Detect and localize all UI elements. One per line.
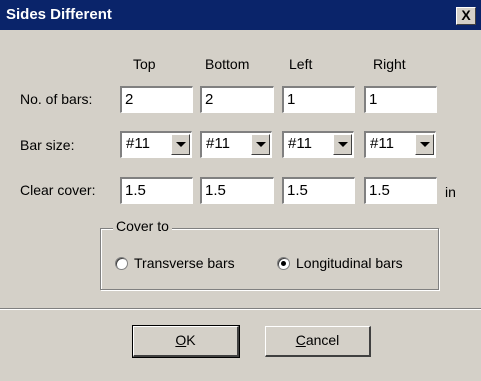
cover-left-input[interactable]: 1.5 [282, 177, 355, 204]
bar-size-left-value: #11 [288, 135, 312, 152]
bar-size-bottom-select[interactable]: #11 [200, 131, 272, 158]
close-button[interactable]: X [456, 7, 476, 25]
chevron-down-icon[interactable] [333, 134, 352, 155]
dialog-window: Sides Different X Top Bottom Left Right … [0, 0, 481, 381]
cancel-button[interactable]: Cancel [265, 326, 371, 357]
cancel-mnemonic: C [295, 332, 306, 348]
longitudinal-radio[interactable] [277, 257, 290, 270]
window-title: Sides Different [6, 6, 112, 23]
cover-right-input[interactable]: 1.5 [364, 177, 437, 204]
bars-left-input[interactable]: 1 [282, 86, 355, 113]
longitudinal-label[interactable]: Longitudinal bars [296, 255, 403, 271]
bar-size-label: Bar size: [20, 137, 75, 153]
transverse-label[interactable]: Transverse bars [134, 255, 235, 271]
bar-size-right-value: #11 [370, 135, 394, 152]
cover-top-input[interactable]: 1.5 [120, 177, 193, 204]
column-header-left: Left [289, 56, 313, 72]
cancel-label-rest: ancel [305, 332, 340, 348]
close-icon: X [461, 7, 471, 23]
clear-cover-label: Clear cover: [20, 182, 96, 198]
chevron-down-icon[interactable] [251, 134, 270, 155]
bar-size-left-select[interactable]: #11 [282, 131, 354, 158]
chevron-down-icon[interactable] [171, 134, 190, 155]
ok-label-rest: K [186, 332, 196, 348]
bars-top-input[interactable]: 2 [120, 86, 193, 113]
bar-size-top-value: #11 [126, 135, 150, 152]
chevron-down-icon[interactable] [415, 134, 434, 155]
bar-size-top-select[interactable]: #11 [120, 131, 192, 158]
cover-to-label: Cover to [113, 218, 172, 234]
bars-label: No. of bars: [20, 91, 93, 107]
column-header-top: Top [133, 56, 156, 72]
transverse-radio[interactable] [115, 257, 128, 270]
ok-mnemonic: O [175, 332, 187, 348]
bar-size-right-select[interactable]: #11 [364, 131, 436, 158]
column-header-bottom: Bottom [205, 56, 250, 72]
divider [0, 308, 481, 310]
bars-bottom-input[interactable]: 2 [200, 86, 274, 113]
bar-size-bottom-value: #11 [206, 135, 230, 152]
cover-unit-label: in [445, 184, 456, 200]
title-bar[interactable]: Sides Different X [0, 0, 481, 30]
column-header-right: Right [373, 56, 406, 72]
cover-bottom-input[interactable]: 1.5 [200, 177, 274, 204]
bars-right-input[interactable]: 1 [364, 86, 437, 113]
ok-button[interactable]: OK [132, 325, 240, 358]
